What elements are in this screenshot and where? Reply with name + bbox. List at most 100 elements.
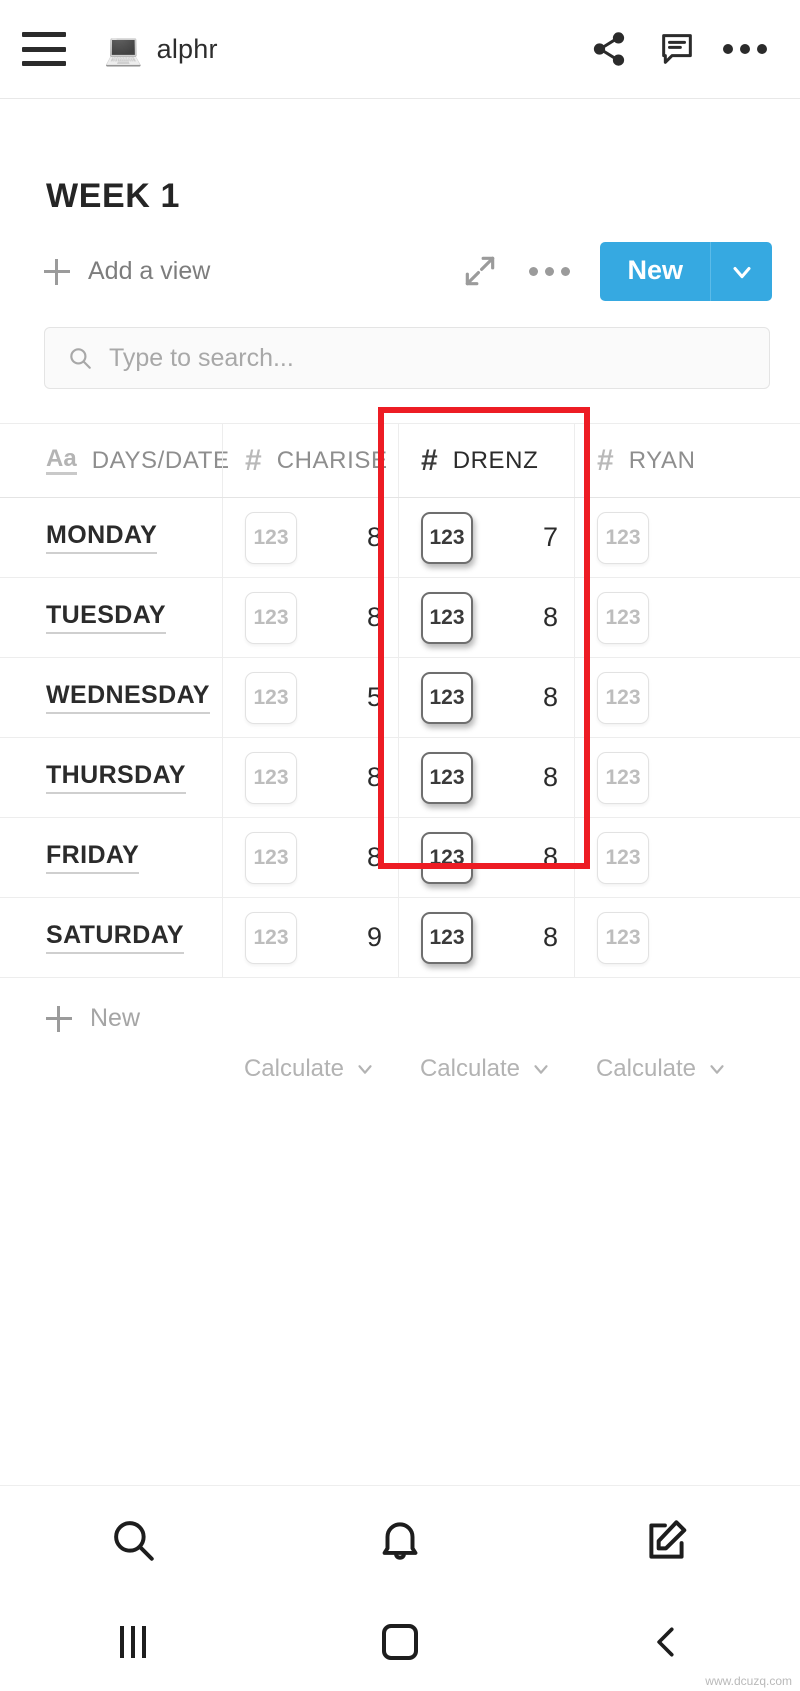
cell-ryan[interactable]: 123 <box>574 738 750 817</box>
recents-bars <box>120 1626 147 1658</box>
cell-drenz[interactable]: 123 8 <box>398 898 574 977</box>
calculate-spacer <box>0 1055 222 1083</box>
day-label: WEDNESDAY <box>46 681 210 714</box>
number-badge-icon: 123 <box>597 511 649 564</box>
cell-drenz[interactable]: 123 8 <box>398 578 574 657</box>
column-label: DRENZ <box>452 446 539 474</box>
day-label: FRIDAY <box>46 841 140 874</box>
cell-charise[interactable]: 123 5 <box>222 658 398 737</box>
number-badge-icon: 123 <box>421 911 473 964</box>
add-view-button[interactable]: Add a view <box>44 257 210 286</box>
home-square <box>381 1624 418 1660</box>
hamburger-menu-icon[interactable] <box>22 32 66 66</box>
view-more-options-icon[interactable] <box>529 267 571 276</box>
cell-charise[interactable]: 123 8 <box>222 818 398 897</box>
cell-value: 8 <box>366 602 382 632</box>
back-icon[interactable] <box>627 1612 707 1672</box>
cell-drenz[interactable]: 123 8 <box>398 818 574 897</box>
calculate-ryan[interactable]: Calculate <box>574 1055 750 1083</box>
cell-value: 8 <box>542 602 558 632</box>
share-icon[interactable] <box>582 22 636 76</box>
search-input-placeholder[interactable]: Type to search... <box>109 344 294 373</box>
data-table: Aa DAYS/DATE # CHARISE # DRENZ # RYAN MO… <box>0 407 800 1083</box>
search-icon[interactable] <box>98 1505 168 1575</box>
number-badge-icon: 123 <box>597 591 649 644</box>
compose-icon[interactable] <box>632 1505 702 1575</box>
new-record-button[interactable]: New <box>0 978 800 1033</box>
calculate-charise[interactable]: Calculate <box>222 1055 398 1083</box>
column-header-charise[interactable]: # CHARISE <box>222 424 398 497</box>
chevron-down-icon <box>534 1065 548 1074</box>
cell-ryan[interactable]: 123 <box>574 898 750 977</box>
number-badge-icon: 123 <box>245 591 297 644</box>
new-record-label: New <box>90 1004 141 1032</box>
number-badge-icon: 123 <box>245 911 297 964</box>
comment-icon[interactable] <box>650 22 704 76</box>
number-type-icon: # <box>245 443 262 477</box>
calculate-footer-row: Calculate Calculate Calculate <box>0 1033 800 1083</box>
cell-ryan[interactable]: 123 <box>574 578 750 657</box>
cell-day[interactable]: MONDAY <box>0 498 222 577</box>
column-header-drenz[interactable]: # DRENZ <box>398 424 574 497</box>
cell-drenz[interactable]: 123 8 <box>398 738 574 817</box>
calculate-label: Calculate <box>419 1055 521 1082</box>
column-header-ryan[interactable]: # RYAN <box>574 424 750 497</box>
laptop-icon: 💻 <box>104 31 143 67</box>
search-icon <box>67 345 93 371</box>
number-badge-icon: 123 <box>245 511 297 564</box>
table-row[interactable]: SATURDAY 123 9 123 8 123 <box>0 898 800 978</box>
search-bar[interactable]: Type to search... <box>44 327 770 389</box>
cell-day[interactable]: TUESDAY <box>0 578 222 657</box>
new-button[interactable]: New <box>600 242 710 301</box>
page-title: WEEK 1 <box>46 177 180 215</box>
text-type-icon: Aa <box>46 446 77 475</box>
number-badge-icon: 123 <box>245 751 297 804</box>
cell-day[interactable]: SATURDAY <box>0 898 222 977</box>
cell-value: 8 <box>366 522 382 552</box>
watermark: www.dcuzq.com <box>705 1674 792 1688</box>
day-label: MONDAY <box>46 521 158 554</box>
more-dots <box>723 44 767 54</box>
cell-value: 7 <box>542 522 558 552</box>
expand-icon[interactable] <box>461 252 501 292</box>
cell-ryan[interactable]: 123 <box>574 818 750 897</box>
number-badge-icon: 123 <box>245 831 297 884</box>
cell-drenz[interactable]: 123 8 <box>398 658 574 737</box>
column-label: DAYS/DATE <box>91 446 230 474</box>
home-icon[interactable] <box>360 1612 440 1672</box>
cell-day[interactable]: WEDNESDAY <box>0 658 222 737</box>
new-dropdown-chevron-down-icon[interactable] <box>710 242 772 301</box>
table-row[interactable]: WEDNESDAY 123 5 123 8 123 <box>0 658 800 738</box>
number-badge-icon: 123 <box>597 831 649 884</box>
table-row[interactable]: TUESDAY 123 8 123 8 123 <box>0 578 800 658</box>
column-header-days-date[interactable]: Aa DAYS/DATE <box>0 424 229 497</box>
cell-ryan[interactable]: 123 <box>574 498 750 577</box>
cell-charise[interactable]: 123 8 <box>222 498 398 577</box>
cell-day[interactable]: THURSDAY <box>0 738 222 817</box>
cell-charise[interactable]: 123 8 <box>222 738 398 817</box>
cell-value: 8 <box>542 842 558 872</box>
more-options-icon[interactable] <box>718 22 772 76</box>
cell-value: 8 <box>542 682 558 712</box>
day-label: SATURDAY <box>46 921 184 954</box>
table-row[interactable]: THURSDAY 123 8 123 8 123 <box>0 738 800 818</box>
cell-ryan[interactable]: 123 <box>574 658 750 737</box>
bell-icon[interactable] <box>365 1505 435 1575</box>
cell-charise[interactable]: 123 8 <box>222 578 398 657</box>
number-badge-icon: 123 <box>421 511 473 564</box>
table-row[interactable]: MONDAY 123 8 123 7 123 <box>0 498 800 578</box>
cell-charise[interactable]: 123 9 <box>222 898 398 977</box>
cell-value: 8 <box>542 762 558 792</box>
calculate-drenz[interactable]: Calculate <box>398 1055 574 1083</box>
cell-drenz[interactable]: 123 7 <box>398 498 574 577</box>
day-label: TUESDAY <box>46 601 166 634</box>
recents-icon[interactable] <box>93 1612 173 1672</box>
content-area: WEEK 1 Add a view New Type to search... … <box>0 99 800 1485</box>
table-header-row: Aa DAYS/DATE # CHARISE # DRENZ # RYAN <box>0 423 800 498</box>
cell-value: 8 <box>366 762 382 792</box>
cell-day[interactable]: FRIDAY <box>0 818 222 897</box>
table-row[interactable]: FRIDAY 123 8 123 8 123 <box>0 818 800 898</box>
number-badge-icon: 123 <box>597 911 649 964</box>
number-badge-icon: 123 <box>421 591 473 644</box>
number-badge-icon: 123 <box>421 751 473 804</box>
